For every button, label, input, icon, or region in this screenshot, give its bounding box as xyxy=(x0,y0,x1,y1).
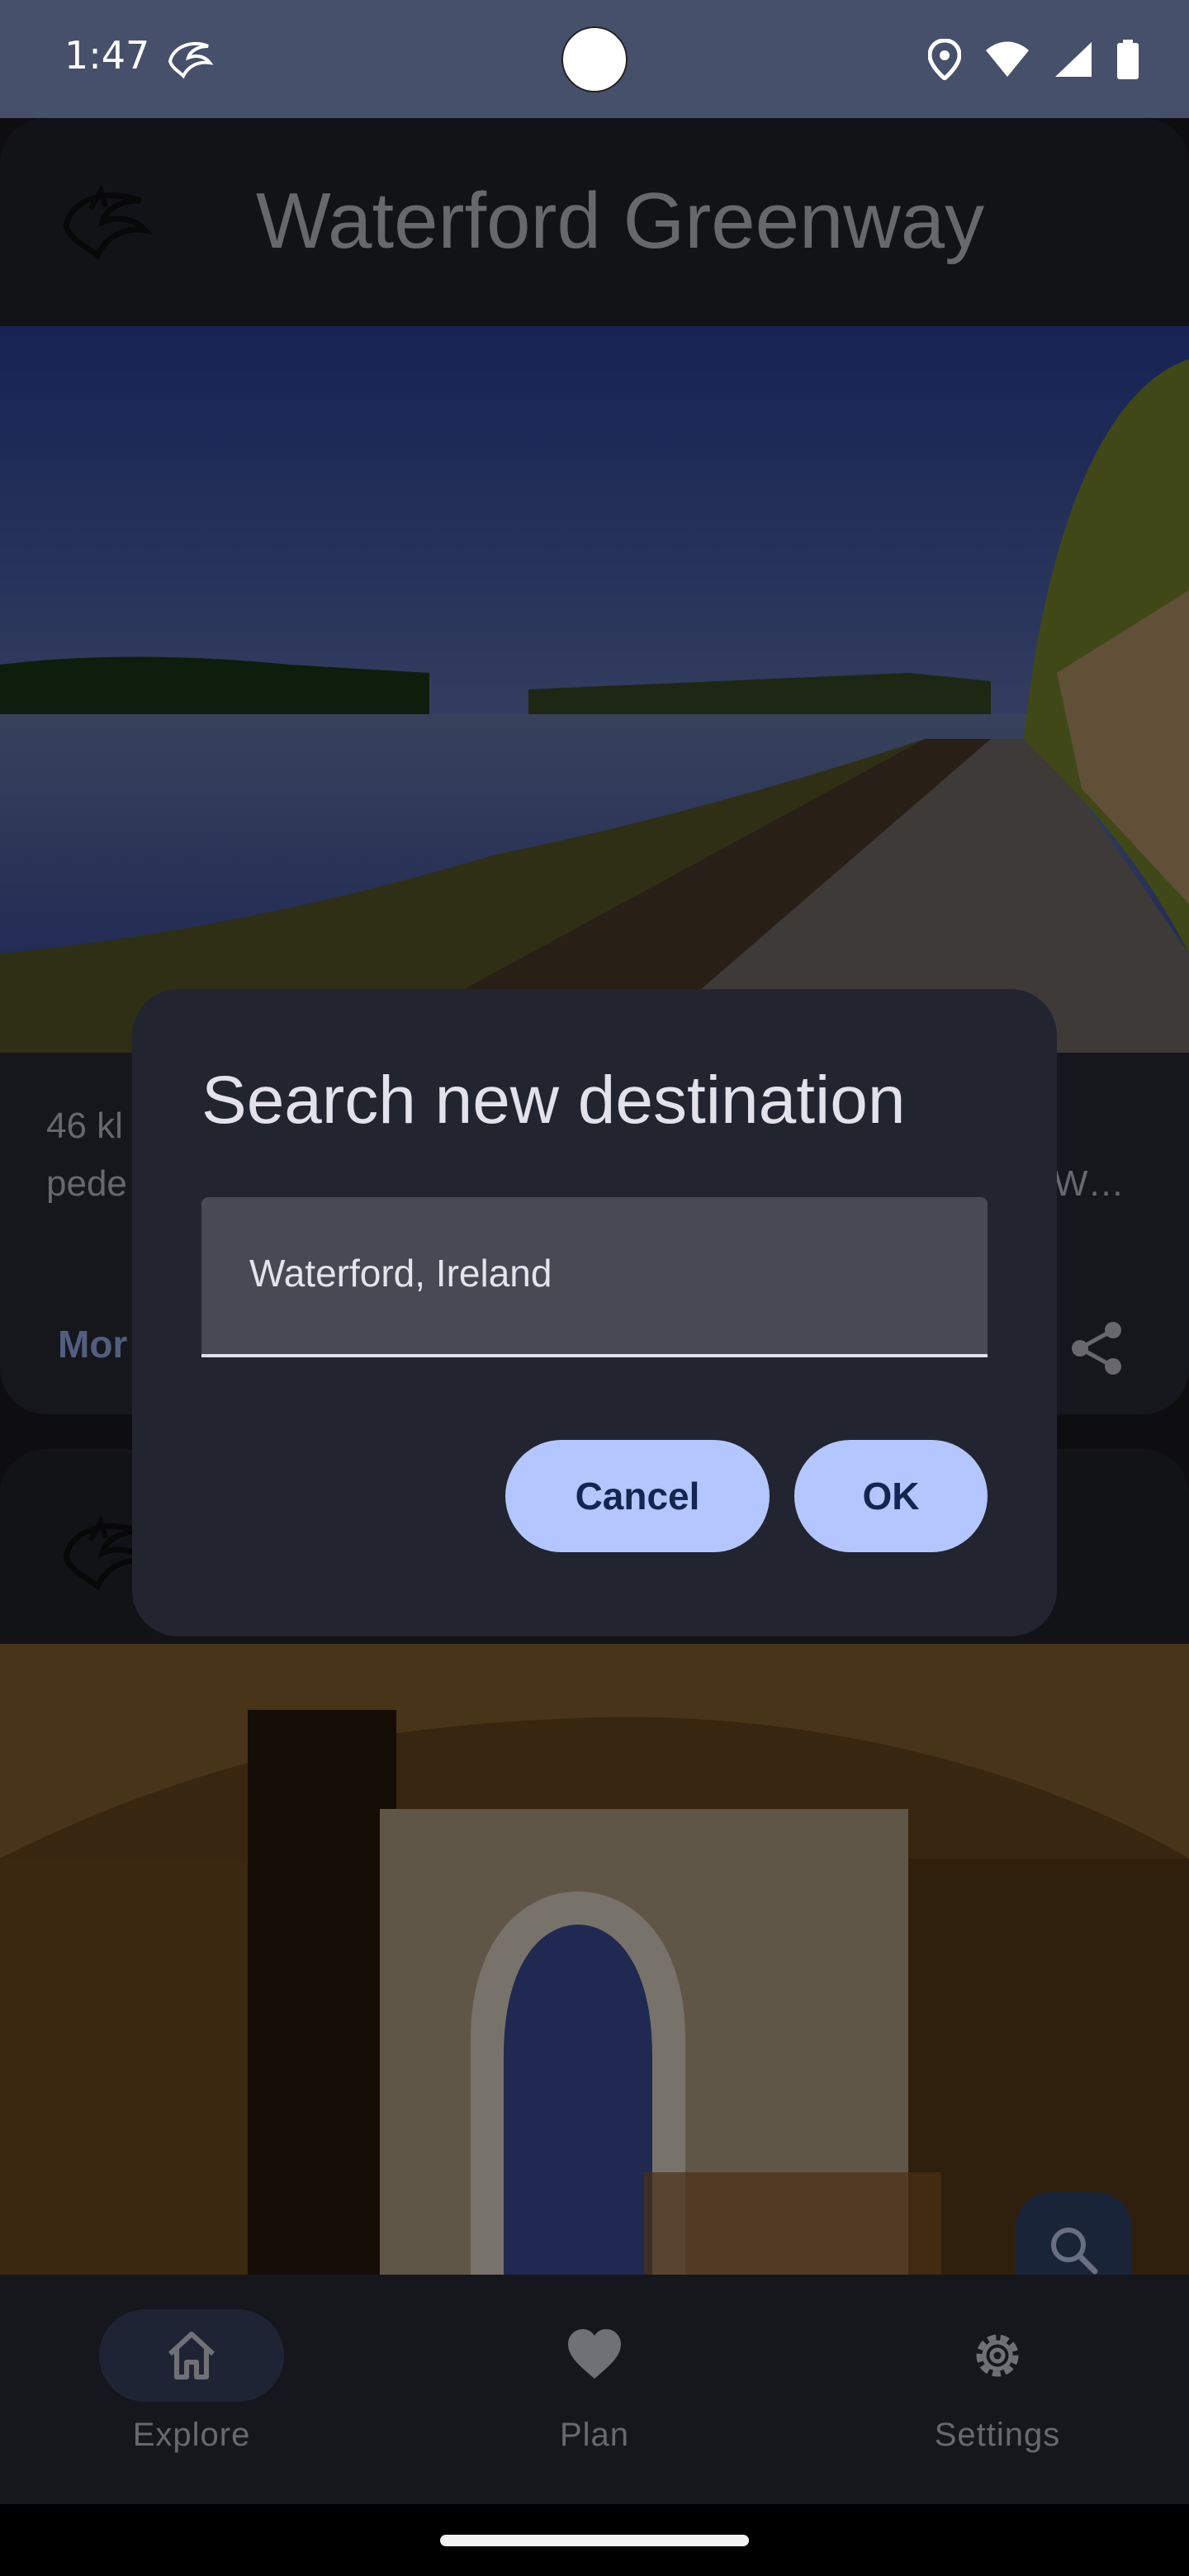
gesture-handle[interactable] xyxy=(440,2535,749,2546)
destination-field[interactable] xyxy=(201,1197,988,1357)
location-icon xyxy=(928,39,961,80)
signal-icon xyxy=(1055,42,1092,77)
wifi-icon xyxy=(986,41,1029,77)
app-notification-icon xyxy=(168,41,214,79)
status-time: 1:47 xyxy=(64,33,150,78)
status-bar: 1:47 xyxy=(0,0,1189,118)
battery-icon xyxy=(1117,40,1139,79)
status-icons xyxy=(928,36,1139,83)
cancel-button[interactable]: Cancel xyxy=(505,1440,770,1552)
camera-cutout xyxy=(561,26,628,92)
search-destination-dialog: Search new destination Cancel OK xyxy=(132,989,1057,1636)
ok-button[interactable]: OK xyxy=(794,1440,988,1552)
dialog-title: Search new destination xyxy=(201,1063,906,1138)
destination-input[interactable] xyxy=(248,1243,945,1303)
